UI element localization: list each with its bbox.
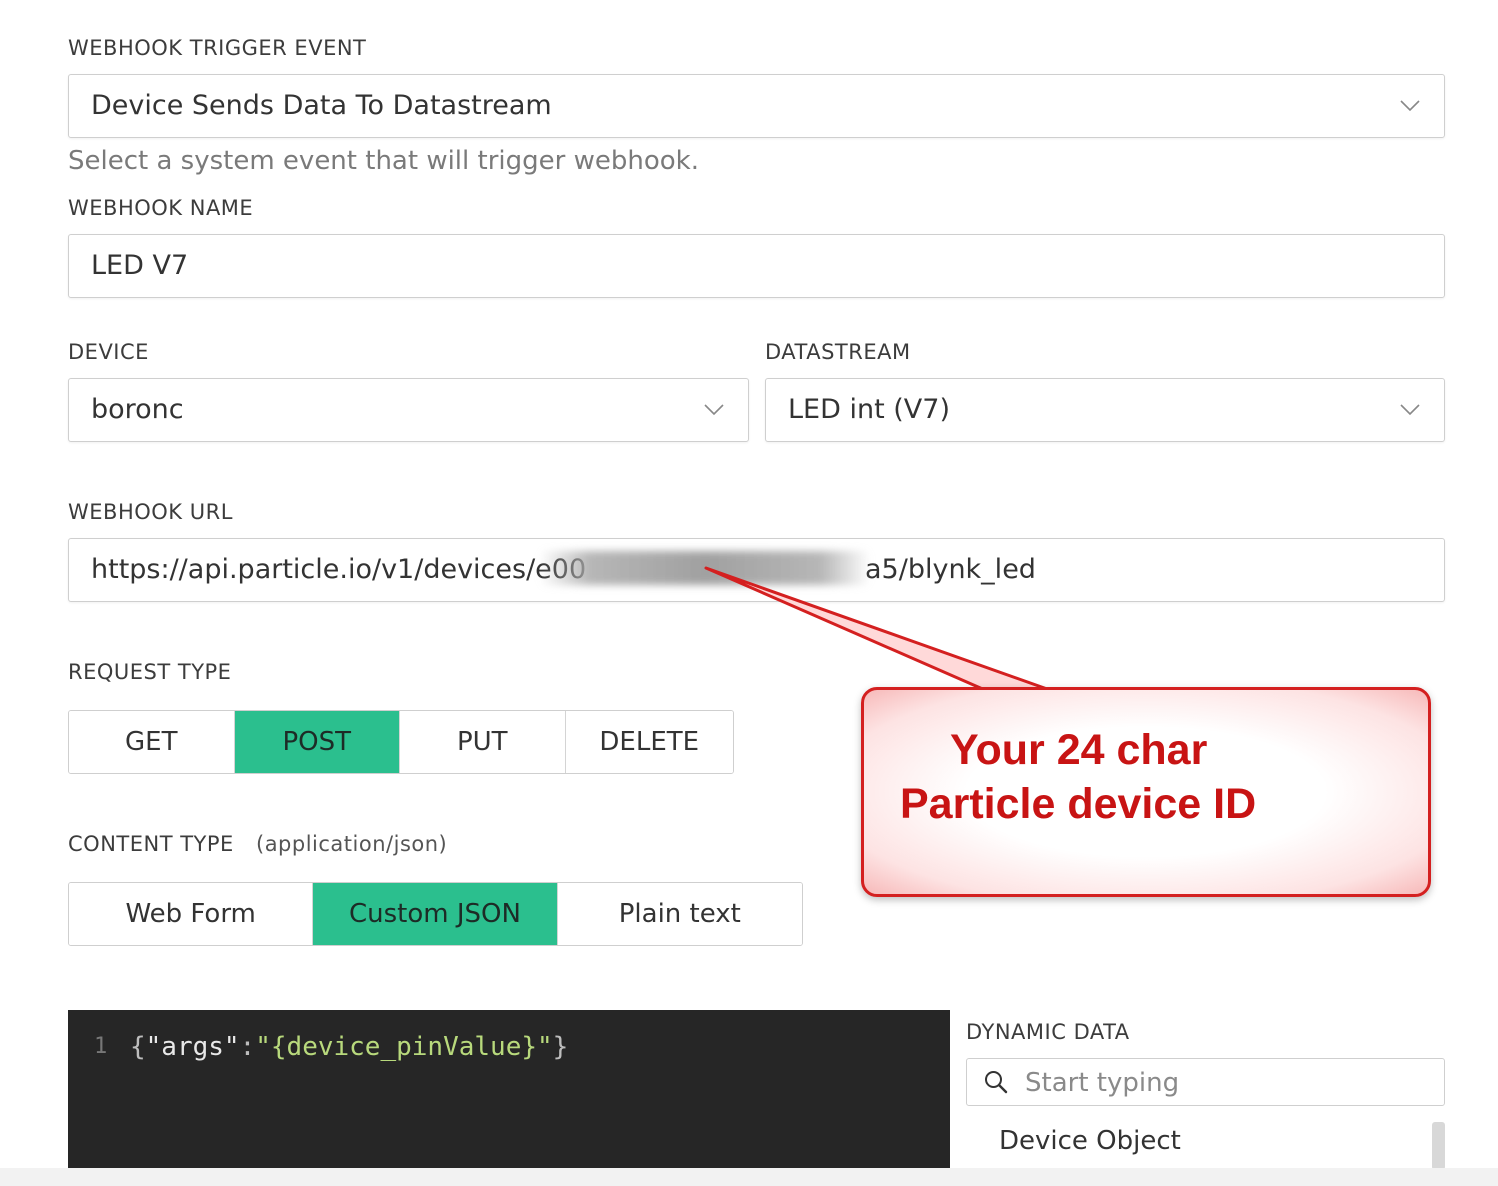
content-type-group: Web Form Custom JSON Plain text <box>68 882 803 946</box>
device-value: boronc <box>91 394 184 425</box>
datastream-select[interactable]: LED int (V7) <box>765 378 1445 442</box>
content-type-custom-json[interactable]: Custom JSON <box>313 883 558 945</box>
trigger-event-select[interactable]: Device Sends Data To Datastream <box>68 74 1445 138</box>
request-type-get[interactable]: GET <box>69 711 235 773</box>
chevron-down-icon <box>1400 100 1420 112</box>
json-body-editor[interactable]: 1 {"args":"{device_pinValue}"} <box>68 1010 950 1170</box>
webhook-name-label: WEBHOOK NAME <box>68 196 254 220</box>
webhook-name-input[interactable]: LED V7 <box>68 234 1445 298</box>
content-type-plain-text[interactable]: Plain text <box>557 883 802 945</box>
code-value: "{device_pinValue}" <box>255 1032 553 1062</box>
webhook-url-label: WEBHOOK URL <box>68 500 233 524</box>
trigger-event-hint: Select a system event that will trigger … <box>68 146 699 176</box>
device-label: DEVICE <box>68 340 149 364</box>
search-icon <box>985 1071 1008 1094</box>
content-type-web-form[interactable]: Web Form <box>69 883 314 945</box>
line-number: 1 <box>94 1034 108 1059</box>
request-type-post[interactable]: POST <box>234 711 400 773</box>
request-type-delete[interactable]: DELETE <box>565 711 733 773</box>
redacted-device-id <box>540 551 870 585</box>
dynamic-data-item-device-object[interactable]: Device Object <box>999 1126 1181 1156</box>
chevron-down-icon <box>704 404 724 416</box>
callout-line-2: Particle device ID <box>900 780 1257 828</box>
trigger-event-value: Device Sends Data To Datastream <box>91 90 552 121</box>
dynamic-data-search <box>966 1058 1445 1106</box>
request-type-label: REQUEST TYPE <box>68 660 232 684</box>
webhook-url-prefix: https://api.particle.io/v1/devices/e00 <box>91 554 587 585</box>
dynamic-data-search-input[interactable] <box>1023 1063 1427 1103</box>
datastream-value: LED int (V7) <box>788 394 950 425</box>
device-select[interactable]: boronc <box>68 378 749 442</box>
code-key: "args" <box>145 1032 240 1062</box>
chevron-down-icon <box>1400 404 1420 416</box>
content-type-label: CONTENT TYPE <box>68 832 234 856</box>
page-bottom-edge <box>0 1168 1498 1186</box>
annotation-callout: Your 24 char Particle device ID <box>861 687 1431 897</box>
trigger-event-label: WEBHOOK TRIGGER EVENT <box>68 36 367 60</box>
request-type-group: GET POST PUT DELETE <box>68 710 734 774</box>
request-type-put[interactable]: PUT <box>400 711 566 773</box>
webhook-name-value: LED V7 <box>91 250 189 281</box>
content-type-sublabel: (application/json) <box>256 832 448 856</box>
datastream-label: DATASTREAM <box>765 340 911 364</box>
dynamic-data-scrollbar[interactable] <box>1432 1122 1445 1170</box>
dynamic-data-label: DYNAMIC DATA <box>966 1020 1130 1044</box>
code-line: {"args":"{device_pinValue}"} <box>130 1032 569 1062</box>
webhook-url-suffix: a5/blynk_led <box>865 554 1036 585</box>
callout-line-1: Your 24 char <box>950 726 1208 774</box>
